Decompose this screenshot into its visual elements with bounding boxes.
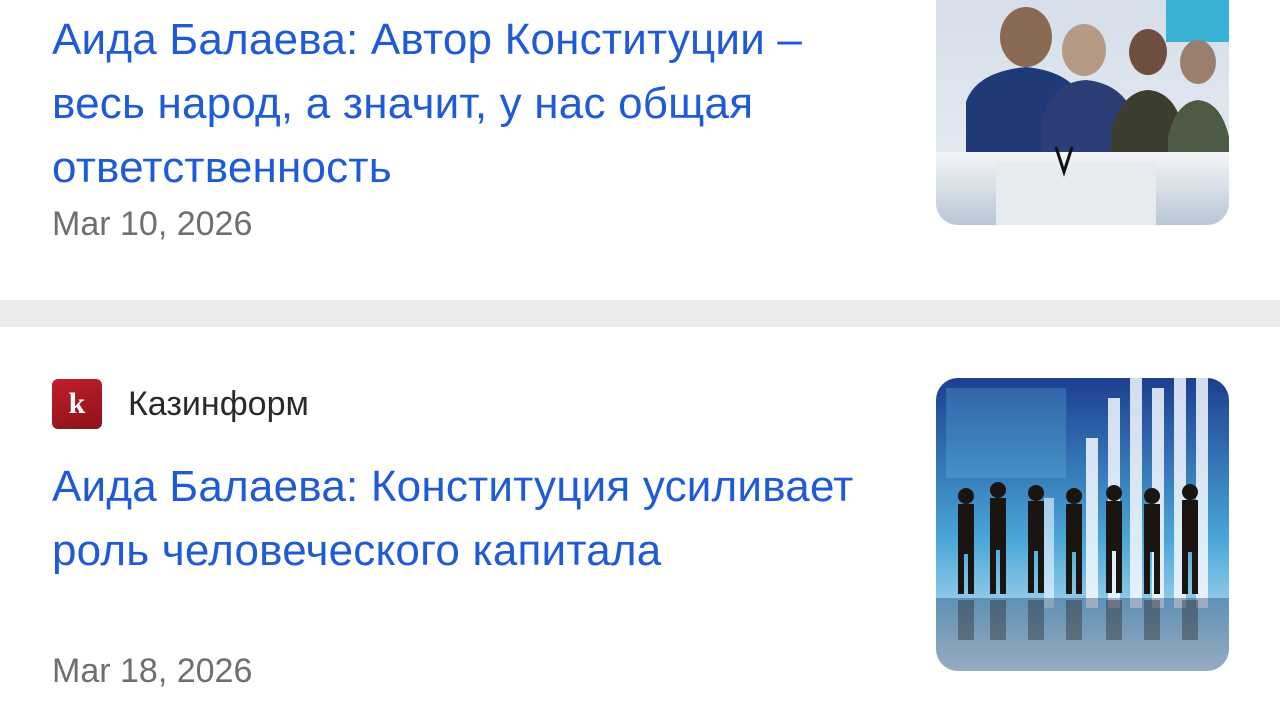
news-date: Mar 18, 2026 [52,652,253,690]
news-card[interactable]: Аида Балаева: Автор Конституции – весь н… [0,0,1280,300]
news-thumbnail[interactable] [936,378,1229,671]
news-date: Mar 10, 2026 [52,205,253,243]
news-source[interactable]: k Казинформ [52,379,309,429]
news-card[interactable]: k Казинформ Аида Балаева: Конституция ус… [0,327,1280,720]
kazinform-logo-icon: k [52,379,102,429]
card-divider [0,300,1280,327]
meeting-photo-image [936,0,1229,225]
news-headline[interactable]: Аида Балаева: Конституция усиливает роль… [52,455,892,583]
business-people-image [936,378,1229,671]
source-name: Казинформ [128,384,309,423]
news-thumbnail[interactable] [936,0,1229,225]
news-headline[interactable]: Аида Балаева: Автор Конституции – весь н… [52,8,892,200]
news-feed: Аида Балаева: Автор Конституции – весь н… [0,0,1280,720]
